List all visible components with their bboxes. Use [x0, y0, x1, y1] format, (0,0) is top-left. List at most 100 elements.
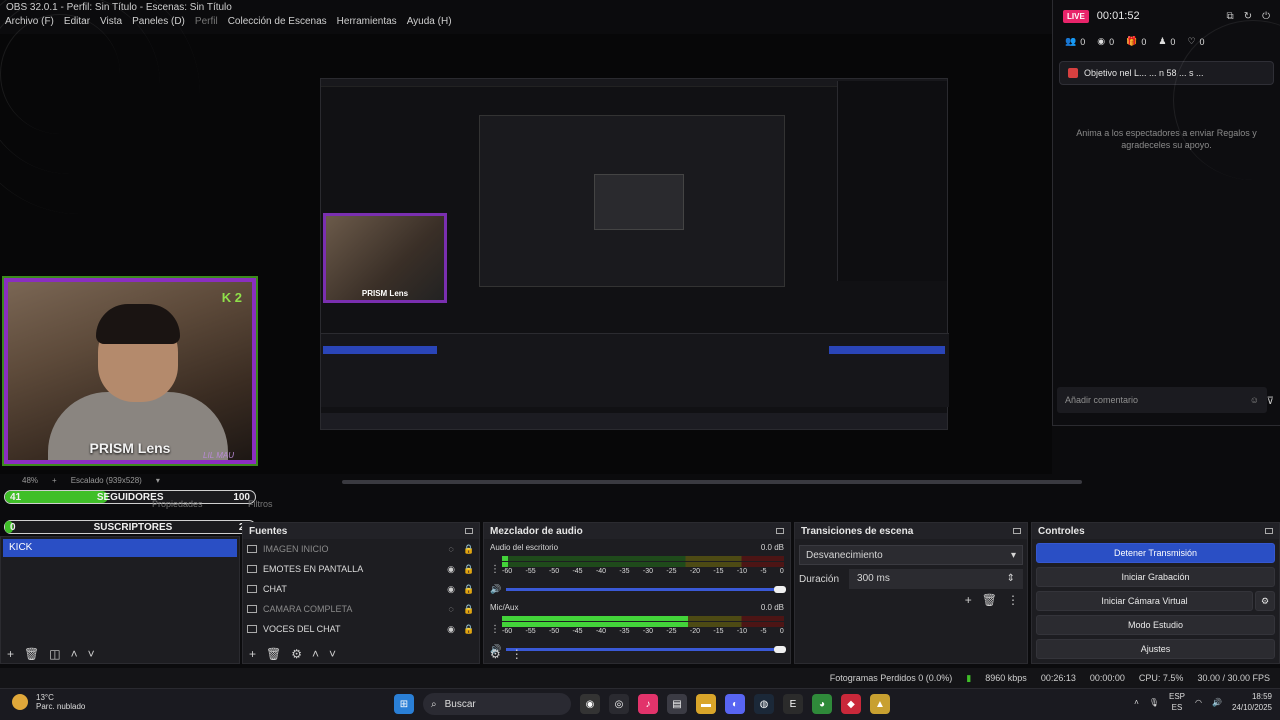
- wifi-icon[interactable]: ◠: [1195, 698, 1202, 707]
- volume-meter: -60 -55 -50 -45 -40 -35 -30 -25 -20 -15 -10 -5 0: [502, 616, 784, 642]
- move-up-button[interactable]: ˄: [312, 647, 319, 661]
- preview-canvas[interactable]: PRISM Lens K 2 PRISM Lens LIL MAU: [0, 14, 1052, 474]
- lock-icon[interactable]: 🔒: [463, 604, 475, 615]
- microphone-icon[interactable]: 🎙: [1149, 698, 1159, 707]
- source-name: IMAGEN INICIO: [263, 544, 329, 554]
- chevron-down-icon[interactable]: ▾: [156, 476, 160, 488]
- app-icon[interactable]: ◆: [841, 694, 861, 714]
- gear-icon[interactable]: ⚙: [1255, 591, 1275, 611]
- popout-icon[interactable]: [776, 528, 784, 534]
- windows-start-icon[interactable]: ⊞: [394, 694, 414, 714]
- kebab-menu-icon[interactable]: ⋮: [511, 647, 523, 661]
- eye-icon[interactable]: ◉: [445, 584, 457, 595]
- lock-icon[interactable]: 🔒: [463, 584, 475, 595]
- source-settings-button[interactable]: ⚙: [291, 647, 302, 661]
- add-source-button[interactable]: +: [249, 647, 256, 661]
- mixer-dock-title: Mezclador de audio: [484, 523, 790, 539]
- temperature: 13°C: [36, 693, 54, 702]
- meter-tick: -60: [502, 628, 513, 635]
- eye-icon[interactable]: ◉: [445, 624, 457, 635]
- popout-icon[interactable]: ⧉: [1227, 11, 1234, 22]
- language-indicator[interactable]: ESP ES: [1169, 691, 1185, 713]
- transition-select[interactable]: Desvanecimiento ▾: [799, 545, 1023, 565]
- eye-icon[interactable]: ◉: [445, 564, 457, 575]
- lock-icon[interactable]: 🔒: [463, 544, 475, 555]
- volume-slider[interactable]: [506, 585, 786, 593]
- source-item[interactable]: CHAT ◉ 🔒: [243, 579, 479, 599]
- meter-tick: -15: [713, 628, 724, 635]
- steam-icon[interactable]: ◍: [754, 694, 774, 714]
- eye-hidden-icon[interactable]: ◌: [445, 544, 457, 554]
- source-item[interactable]: VOCES DEL CHAT ◉ 🔒: [243, 619, 479, 639]
- app-icon[interactable]: ▲: [870, 694, 890, 714]
- volume-icon[interactable]: 🔊: [1212, 698, 1222, 707]
- remove-transition-button[interactable]: 🗑: [982, 593, 997, 607]
- properties-button[interactable]: Propiedades: [152, 499, 203, 509]
- nested-screen: [479, 115, 785, 287]
- popout-icon[interactable]: [1265, 528, 1273, 534]
- kebab-menu-icon[interactable]: ⋮: [490, 624, 500, 635]
- browser-icon[interactable]: ◕: [812, 694, 832, 714]
- transition-value: Desvanecimiento: [806, 550, 883, 561]
- camera-source[interactable]: K 2 PRISM Lens LIL MAU: [4, 278, 256, 464]
- studio-mode-button[interactable]: Modo Estudio: [1036, 615, 1275, 635]
- popout-icon[interactable]: [465, 528, 473, 534]
- move-up-button[interactable]: ˄: [71, 647, 78, 661]
- zoom-level[interactable]: 48%: [22, 476, 38, 488]
- kebab-menu-icon[interactable]: ⋮: [490, 564, 500, 575]
- lock-icon[interactable]: 🔒: [463, 564, 475, 575]
- menu-ayuda[interactable]: Ayuda (H): [407, 16, 452, 32]
- add-scene-button[interactable]: +: [7, 647, 14, 661]
- start-virtual-camera-button[interactable]: Iniciar Cámara Virtual: [1036, 591, 1253, 611]
- source-item[interactable]: CAMARA COMPLETA ◌ 🔒: [243, 599, 479, 619]
- remove-source-button[interactable]: 🗑: [266, 647, 281, 661]
- stop-stream-button[interactable]: Detener Transmisión: [1036, 543, 1275, 563]
- source-item[interactable]: IMAGEN INICIO ◌ 🔒: [243, 539, 479, 559]
- scene-filters-button[interactable]: ◫: [49, 647, 60, 661]
- emoji-icon[interactable]: ☺: [1250, 395, 1259, 405]
- zoom-plus-icon[interactable]: +: [52, 476, 57, 488]
- discord-icon[interactable]: ◐: [725, 694, 745, 714]
- popout-icon[interactable]: [1013, 528, 1021, 534]
- comment-input[interactable]: Añadir comentario ☺: [1057, 387, 1267, 413]
- sources-title: Fuentes: [249, 525, 288, 537]
- advanced-audio-icon[interactable]: ⚙: [490, 647, 501, 661]
- move-down-button[interactable]: ˅: [88, 647, 95, 661]
- taskbar-apps: ⊞ ⌕ Buscar ◉ ◎ ♪ ▤ ▬ ◐ ◍ E ◕ ◆ ▲: [394, 693, 890, 715]
- subs-label: SUSCRIPTORES: [93, 521, 173, 533]
- search-box[interactable]: ⌕ Buscar: [423, 693, 571, 715]
- settings-button[interactable]: Ajustes: [1036, 639, 1275, 659]
- scale-label[interactable]: Escalado (939x528): [71, 476, 142, 488]
- app-icon[interactable]: ▤: [667, 694, 687, 714]
- add-transition-button[interactable]: +: [965, 593, 972, 607]
- kebab-menu-icon[interactable]: ⋮: [1007, 593, 1019, 607]
- preview-scrollbar[interactable]: [342, 480, 1082, 484]
- chrome-icon[interactable]: ◎: [609, 694, 629, 714]
- folder-icon[interactable]: ▬: [696, 694, 716, 714]
- epic-icon[interactable]: E: [783, 694, 803, 714]
- tiktok-icon[interactable]: ♪: [638, 694, 658, 714]
- obs-icon[interactable]: ◉: [580, 694, 600, 714]
- audio-mixer-dock: Mezclador de audio Audio del escritorio …: [483, 522, 791, 664]
- stepper-arrows-icon[interactable]: ⇕: [1007, 573, 1015, 585]
- system-tray: ˄ 🎙 ESP ES ◠ 🔊 18:59 24/10/2025: [1134, 691, 1272, 713]
- filters-button[interactable]: Filtros: [248, 499, 273, 509]
- menu-herramientas[interactable]: Herramientas: [337, 16, 397, 32]
- sources-dock: Fuentes IMAGEN INICIO ◌ 🔒 EMOTES EN PANT…: [242, 522, 480, 664]
- source-item[interactable]: EMOTES EN PANTALLA ◉ 🔒: [243, 559, 479, 579]
- chevron-up-icon[interactable]: ˄: [1134, 698, 1139, 707]
- menu-perfil[interactable]: Perfil: [195, 16, 218, 32]
- lock-icon[interactable]: 🔒: [463, 624, 475, 635]
- scene-item-kick[interactable]: KICK: [3, 539, 237, 557]
- remove-scene-button[interactable]: 🗑: [24, 647, 39, 661]
- move-down-button[interactable]: ˅: [329, 647, 336, 661]
- eye-hidden-icon[interactable]: ◌: [445, 604, 457, 614]
- filter-icon[interactable]: ⊽: [1267, 396, 1274, 407]
- menu-coleccion[interactable]: Colección de Escenas: [228, 16, 327, 32]
- clock[interactable]: 18:59 24/10/2025: [1232, 691, 1272, 713]
- duration-stepper[interactable]: 300 ms ⇕: [849, 569, 1023, 589]
- speaker-icon[interactable]: 🔊: [490, 584, 502, 595]
- start-recording-button[interactable]: Iniciar Grabación: [1036, 567, 1275, 587]
- meter-tick: 0: [779, 568, 784, 575]
- weather-widget[interactable]: 13°C Parc. nublado: [12, 693, 85, 711]
